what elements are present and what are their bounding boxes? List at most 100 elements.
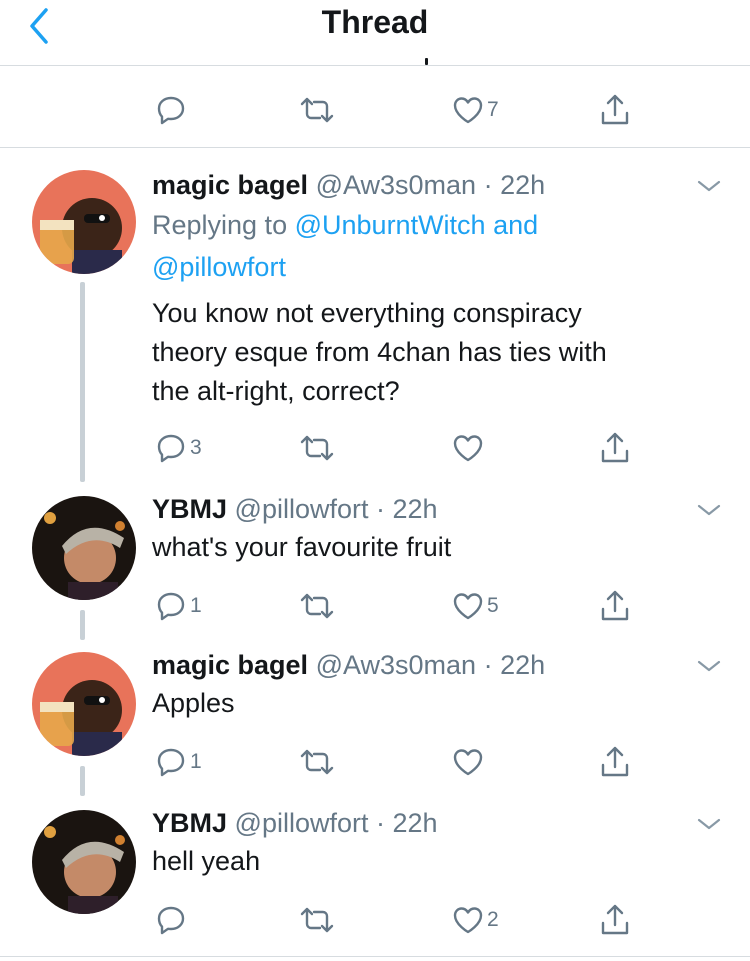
chevron-down-icon[interactable] (696, 176, 722, 196)
tweet-content: magic bagel @Aw3s0man · 22h Apples (152, 646, 690, 723)
like-button[interactable]: 2 (452, 900, 499, 940)
share-button[interactable] (599, 428, 631, 468)
like-button[interactable]: 5 (452, 586, 499, 626)
retweet-icon (300, 435, 334, 461)
avatar[interactable] (32, 170, 136, 274)
tweet-content: magic bagel @Aw3s0man · 22h Replying to … (152, 166, 690, 411)
reply-button[interactable]: 3 (155, 428, 202, 468)
separator-dot: · (376, 494, 385, 524)
reply-count: 1 (190, 594, 202, 617)
tweet-header: magic bagel @Aw3s0man · 22h (152, 166, 690, 204)
display-name[interactable]: magic bagel (152, 650, 308, 680)
replying-and[interactable]: and (493, 210, 538, 240)
retweet-button[interactable] (299, 900, 335, 940)
display-name[interactable]: magic bagel (152, 170, 308, 200)
share-icon (601, 432, 629, 463)
tweet-actions: 3 (0, 428, 750, 468)
like-button[interactable] (452, 428, 487, 468)
tweet[interactable]: magic bagel @Aw3s0man · 22h Replying to … (0, 148, 750, 482)
tweet-text-line: the alt-right, correct? (152, 376, 400, 406)
reply-icon (157, 96, 185, 125)
chevron-down-icon[interactable] (696, 656, 722, 676)
share-button[interactable] (599, 900, 631, 940)
timestamp: 22h (392, 808, 438, 838)
tweet-text-line: theory esque from 4chan has ties with (152, 337, 607, 367)
tweet-text-line: hell yeah (152, 846, 261, 876)
retweet-button[interactable] (299, 586, 335, 626)
share-icon (601, 94, 629, 125)
tweet-text-line: You know not everything conspiracy (152, 298, 582, 328)
like-count: 5 (487, 594, 499, 617)
separator-dot: · (483, 170, 493, 200)
like-count: 2 (487, 908, 499, 931)
separator-dot: · (376, 808, 385, 838)
avatar[interactable] (32, 810, 136, 914)
user-handle[interactable]: @Aw3s0man (316, 650, 476, 680)
retweet-button[interactable] (299, 428, 335, 468)
like-count: 7 (487, 98, 499, 121)
share-button[interactable] (599, 742, 631, 782)
share-button[interactable] (599, 586, 631, 626)
user-handle[interactable]: @pillowfort (235, 494, 369, 524)
reply-count: 1 (190, 750, 202, 773)
display-name[interactable]: YBMJ (152, 808, 227, 838)
mention-link[interactable]: @pillowfort (152, 252, 286, 282)
reply-button[interactable] (155, 900, 190, 940)
separator-dot: · (483, 650, 493, 680)
reply-button[interactable]: 1 (155, 742, 202, 782)
tweet-content: YBMJ @pillowfort · 22h hell yeah (152, 804, 690, 881)
chevron-down-icon[interactable] (696, 814, 722, 834)
like-icon (453, 435, 483, 462)
tweet-actions: 1 5 (0, 586, 750, 626)
reply-icon (157, 906, 185, 935)
tweet-actions: 2 (0, 900, 750, 940)
tweet-header: YBMJ @pillowfort · 22h (152, 804, 690, 842)
timestamp: 22h (392, 494, 438, 524)
retweet-button[interactable] (299, 742, 335, 782)
reply-button[interactable] (155, 90, 187, 130)
page-title: Thread (321, 4, 429, 40)
retweet-icon (300, 749, 334, 775)
tweet-header: YBMJ @pillowfort · 22h (152, 490, 690, 528)
chevron-down-icon[interactable] (696, 500, 722, 520)
tweet[interactable]: magic bagel @Aw3s0man · 22h Apples 1 (0, 640, 750, 796)
timestamp: 22h (500, 170, 546, 200)
tweet-text: You know not everything conspiracy theor… (152, 294, 690, 411)
tweet-text: what's your favourite fruit (152, 528, 690, 567)
mention-link[interactable]: @UnburntWitch (295, 210, 486, 240)
tweet-text: hell yeah (152, 842, 690, 881)
replying-prefix: Replying to (152, 210, 288, 240)
like-button[interactable]: 7 (452, 90, 499, 130)
user-handle[interactable]: @Aw3s0man (316, 170, 476, 200)
tweet-header: magic bagel @Aw3s0man · 22h (152, 646, 690, 684)
replying-to: Replying to @UnburntWitch and @pillowfor… (152, 204, 690, 288)
like-icon (453, 907, 483, 934)
share-button[interactable] (599, 90, 631, 130)
tweet[interactable]: YBMJ @pillowfort · 22h what's your favou… (0, 484, 750, 640)
tweet-text-line: Apples (152, 688, 235, 718)
avatar[interactable] (32, 496, 136, 600)
like-icon (453, 97, 483, 124)
like-icon (453, 749, 483, 776)
tweet[interactable]: YBMJ @pillowfort · 22h hell yeah 2 (0, 798, 750, 948)
share-icon (601, 590, 629, 621)
retweet-icon (300, 907, 334, 933)
divider (0, 956, 750, 957)
reply-button[interactable]: 1 (155, 586, 202, 626)
reply-icon (157, 434, 185, 463)
reply-icon (157, 592, 185, 621)
tweet-content: YBMJ @pillowfort · 22h what's your favou… (152, 490, 690, 567)
reply-count: 3 (190, 436, 202, 459)
share-icon (601, 746, 629, 777)
avatar[interactable] (32, 652, 136, 756)
tweet-actions-top: 7 (0, 90, 750, 130)
like-icon (453, 593, 483, 620)
user-handle[interactable]: @pillowfort (235, 808, 369, 838)
tweet-text: Apples (152, 684, 690, 723)
like-button[interactable] (452, 742, 487, 782)
display-name[interactable]: YBMJ (152, 494, 227, 524)
retweet-button[interactable] (299, 90, 335, 130)
reply-icon (157, 748, 185, 777)
previous-tweet-fragment (425, 58, 428, 65)
thread-header: Thread (0, 0, 750, 66)
